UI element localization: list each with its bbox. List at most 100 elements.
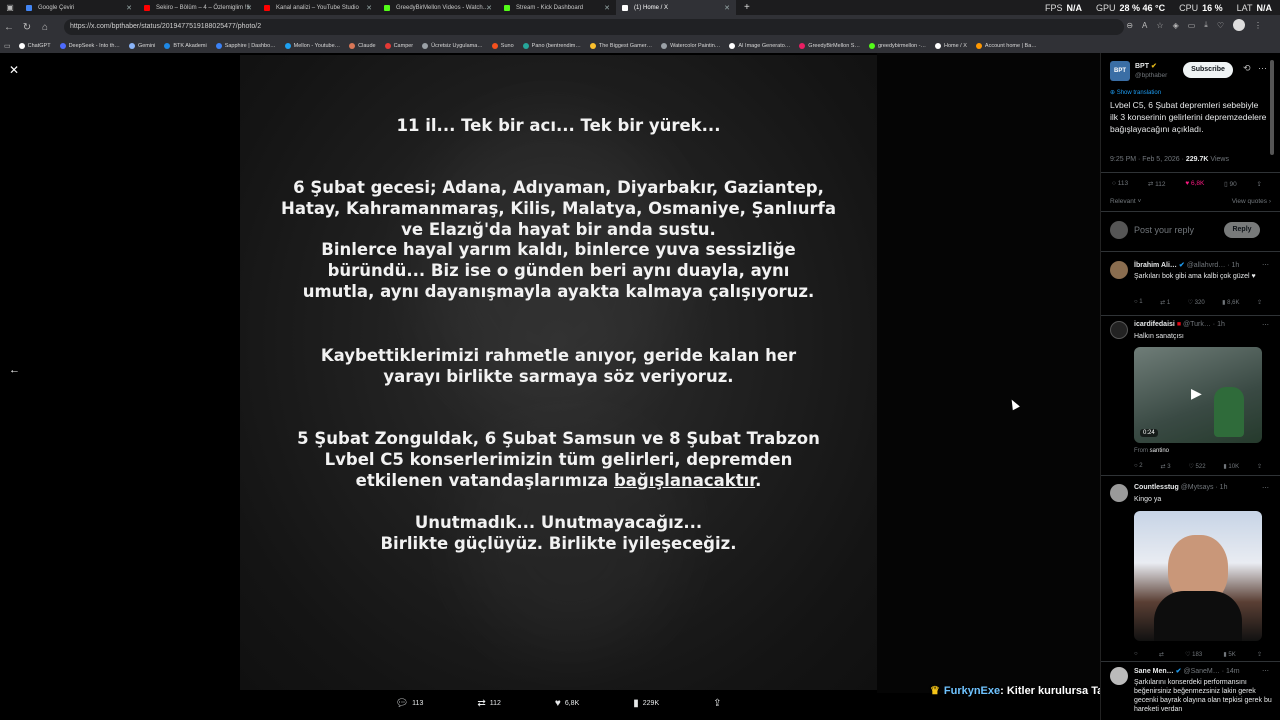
more-options-icon[interactable]: ⋯ [1262,261,1269,269]
author-name[interactable]: BPT ✔ [1135,62,1157,70]
bookmark-item[interactable]: ChatGPT [18,43,51,49]
reply-view-count[interactable]: ▮ 10K [1223,463,1239,470]
tab-close-icon[interactable]: ✕ [246,4,252,12]
repost-button[interactable]: ⇄ 112 [1148,180,1166,188]
reply-item[interactable]: icardifedaisi ■ @Turk… · 1h ⋯ Halkın san… [1110,321,1275,471]
view-quotes-link[interactable]: View quotes › [1232,198,1271,205]
reply-author[interactable]: icardifedaisi ■ @Turk… · 1h [1134,321,1225,328]
reply-image[interactable] [1134,511,1262,641]
close-icon[interactable]: ✕ [9,63,19,77]
reply-avatar[interactable] [1110,667,1128,685]
like-button[interactable]: ♥ 6,8K [1185,180,1204,188]
tab-strip-menu-icon[interactable]: ▣ [0,3,20,12]
bookmark-item[interactable]: Pano (bentrendim… [522,43,581,49]
bookmark-item[interactable]: Watercolor Paintin… [661,43,720,49]
tab-close-icon[interactable]: ✕ [604,4,610,12]
reply-button[interactable]: ○ 113 [1112,180,1128,188]
download-icon[interactable]: ⤓ [1204,20,1208,30]
reply-author[interactable]: İbrahim Ali… ✔ @allahvrd… · 1h [1134,261,1239,269]
reply-comment-count[interactable]: ○ 1 [1134,299,1143,306]
reply-repost-count[interactable]: ⇄ 1 [1160,299,1170,306]
extension-icon[interactable]: ◈ [1173,21,1179,30]
reply-like-count[interactable]: ♡ 320 [1188,299,1205,306]
like-button[interactable]: ♥ 6,8K [555,698,579,709]
reply-submit-button[interactable]: Reply [1224,222,1260,238]
browser-tab[interactable]: Google Çeviri ✕ [20,0,138,15]
back-icon[interactable]: ← [0,22,18,33]
bookmark-item[interactable]: The Biggest Gamer… [589,43,652,49]
browser-tab[interactable]: Kanal analizi – YouTube Studio ✕ [258,0,378,15]
bookmark-item[interactable]: Account home | Ba… [975,43,1037,49]
home-icon[interactable]: ⌂ [36,22,54,33]
more-options-icon[interactable]: ⋯ [1262,321,1269,329]
more-options-icon[interactable]: ⋯ [1262,484,1269,492]
bookmark-item[interactable]: Camper [384,43,413,49]
bookmark-folder-icon[interactable]: ▭ [4,42,11,50]
tab-close-icon[interactable]: ✕ [486,4,492,12]
author-avatar[interactable]: BPT [1110,61,1130,81]
browser-tab[interactable]: Stream - Kick Dashboard ✕ [498,0,616,15]
reply-author[interactable]: Countlesstug @Mytsays · 1h [1134,484,1227,491]
reply-view-count[interactable]: ▮ 8,6K [1222,299,1239,306]
reply-view-count[interactable]: ▮ 5K [1223,651,1235,658]
star-icon[interactable]: ☆ [1156,21,1163,30]
share-icon[interactable]: ⇪ [1257,180,1262,188]
reply-like-count[interactable]: ♡ 183 [1185,651,1202,658]
reply-comment-count[interactable]: ○ [1134,651,1138,658]
reply-button[interactable]: 💬︎ 113 [395,698,423,709]
reply-input[interactable]: Post your reply [1134,225,1194,235]
reply-video[interactable]: ▶ 0:24 [1134,347,1262,443]
bookmark-button[interactable]: ▯ 90 [1224,180,1237,188]
reply-comment-count[interactable]: ○ 2 [1134,463,1143,470]
reply-item[interactable]: Sane Men… ✔ @SaneM… · 14m ⋯ Şarkılarını … [1110,667,1275,720]
reply-item[interactable]: Countlesstug @Mytsays · 1h ⋯ Kingo ya ○ … [1110,484,1275,664]
tab-close-icon[interactable]: ✕ [366,4,372,12]
reply-repost-count[interactable]: ⇄ 3 [1161,463,1171,470]
browser-tab[interactable]: GreedyBirMellon Videos - Watch… ✕ [378,0,498,15]
author-handle[interactable]: @bpthaber [1135,72,1167,79]
reply-item[interactable]: İbrahim Ali… ✔ @allahvrd… · 1h ⋯ Şarkıla… [1110,261,1275,311]
reply-author[interactable]: Sane Men… ✔ @SaneM… · 14m [1134,667,1240,675]
new-tab-button[interactable]: + [744,2,750,13]
views-button[interactable]: ▮ 229K [633,698,659,709]
subscribe-button[interactable]: Subscribe [1183,62,1233,78]
repost-button[interactable]: ⇄ 112 [477,698,501,709]
url-field[interactable]: https://x.com/bpthaber/status/2019477519… [64,19,1124,35]
bookmark-item[interactable]: BTK Akademi [164,43,207,49]
share-icon[interactable]: ⇪ [1257,463,1262,470]
reload-icon[interactable]: ↻ [18,22,36,33]
grok-icon[interactable]: ⟲ [1243,63,1251,74]
video-source-name[interactable]: santino [1150,448,1169,454]
menu-dots-icon[interactable]: ⋮ [1254,21,1262,30]
play-icon[interactable]: ▶ [1191,385,1202,402]
bookmark-item[interactable]: greedybirmellon -… [868,43,926,49]
bookmark-item[interactable]: GreedyBirMellon S… [799,43,860,49]
bookmark-item[interactable]: Suno [491,43,514,49]
bookmark-item[interactable]: DeepSeek - Into th… [59,43,120,49]
tab-close-icon[interactable]: ✕ [724,4,730,12]
reply-repost-count[interactable]: ⇄ [1159,651,1164,658]
more-options-icon[interactable]: ⋯ [1262,667,1269,675]
show-translation-link[interactable]: ⊕ Show translation [1110,89,1161,96]
share-icon[interactable]: ⇪ [1257,299,1262,306]
bookmark-item[interactable]: Home / X [934,43,967,49]
reply-avatar[interactable] [1110,321,1128,339]
post-time[interactable]: 9:25 PM · Feb 5, 2026 · [1110,156,1186,163]
bookmark-item[interactable]: Claude [349,43,376,49]
sidebar-icon[interactable]: ▭ [1188,21,1196,30]
browser-tab-active[interactable]: (1) Home / X ✕ [616,0,736,15]
translate-icon[interactable]: A [1142,21,1147,30]
browser-tab[interactable]: Sekiro – Bölüm – 4 – Özlemiglim !!! ✕ [138,0,258,15]
sidebar-scrollbar[interactable] [1270,60,1274,155]
more-options-icon[interactable]: ⋯ [1258,63,1267,74]
bookmark-item[interactable]: Sapphire | Dashbo… [215,43,276,49]
bookmark-item[interactable]: Mellon - Youtube… [284,43,340,49]
reply-sort-dropdown[interactable]: Relevant ˅ [1110,198,1141,205]
bookmark-item[interactable]: AI Image Generato… [729,43,790,49]
heart-icon[interactable]: ♡ [1217,21,1224,30]
reply-avatar[interactable] [1110,484,1128,502]
reply-like-count[interactable]: ♡ 522 [1188,463,1205,470]
share-icon[interactable]: ⇪ [1257,651,1262,658]
bookmark-item[interactable]: Gemini [128,43,155,49]
arrow-left-icon[interactable]: ← [9,364,20,376]
